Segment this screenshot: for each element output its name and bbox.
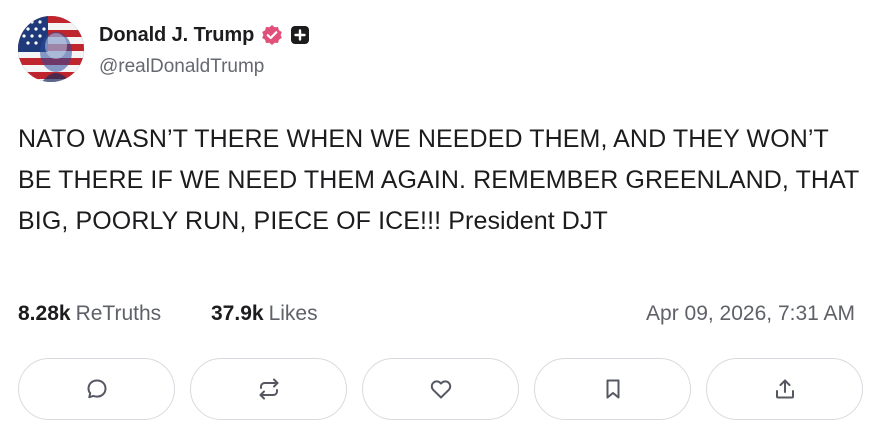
avatar-image <box>18 16 84 82</box>
heart-icon <box>430 380 451 399</box>
likes-count: 37.9k <box>211 302 264 325</box>
retruths-count: 8.28k <box>18 302 71 325</box>
name-row: Donald J. Trump <box>99 22 310 48</box>
repost-icon <box>259 378 278 400</box>
plus-badge-icon <box>290 25 310 45</box>
bookmark-icon <box>606 379 619 399</box>
action-bar <box>18 358 863 420</box>
post-header: Donald J. Trump @realDonaldTrump <box>18 16 863 82</box>
user-handle[interactable]: @realDonaldTrump <box>99 56 264 78</box>
share-button[interactable] <box>706 358 863 420</box>
like-button[interactable] <box>362 358 519 420</box>
retruths-stat[interactable]: 8.28k ReTruths <box>18 302 161 326</box>
likes-stat[interactable]: 37.9k Likes <box>211 302 318 326</box>
share-icon <box>775 379 794 399</box>
retruths-label: ReTruths <box>75 302 162 325</box>
verified-badge-icon <box>261 24 283 46</box>
avatar[interactable] <box>18 16 84 82</box>
retruth-button[interactable] <box>190 358 347 420</box>
post-timestamp[interactable]: Apr 09, 2026, 7:31 AM <box>646 302 855 326</box>
comment-icon <box>87 379 106 399</box>
post-text: NATO WASN’T THERE WHEN WE NEEDED THEM, A… <box>18 125 859 235</box>
display-name[interactable]: Donald J. Trump <box>99 24 254 47</box>
post-stats: 8.28k ReTruths 37.9k Likes Apr 09, 2026, 7… <box>18 302 863 332</box>
likes-label: Likes <box>268 302 318 325</box>
bookmark-button[interactable] <box>534 358 691 420</box>
reply-button[interactable] <box>18 358 175 420</box>
